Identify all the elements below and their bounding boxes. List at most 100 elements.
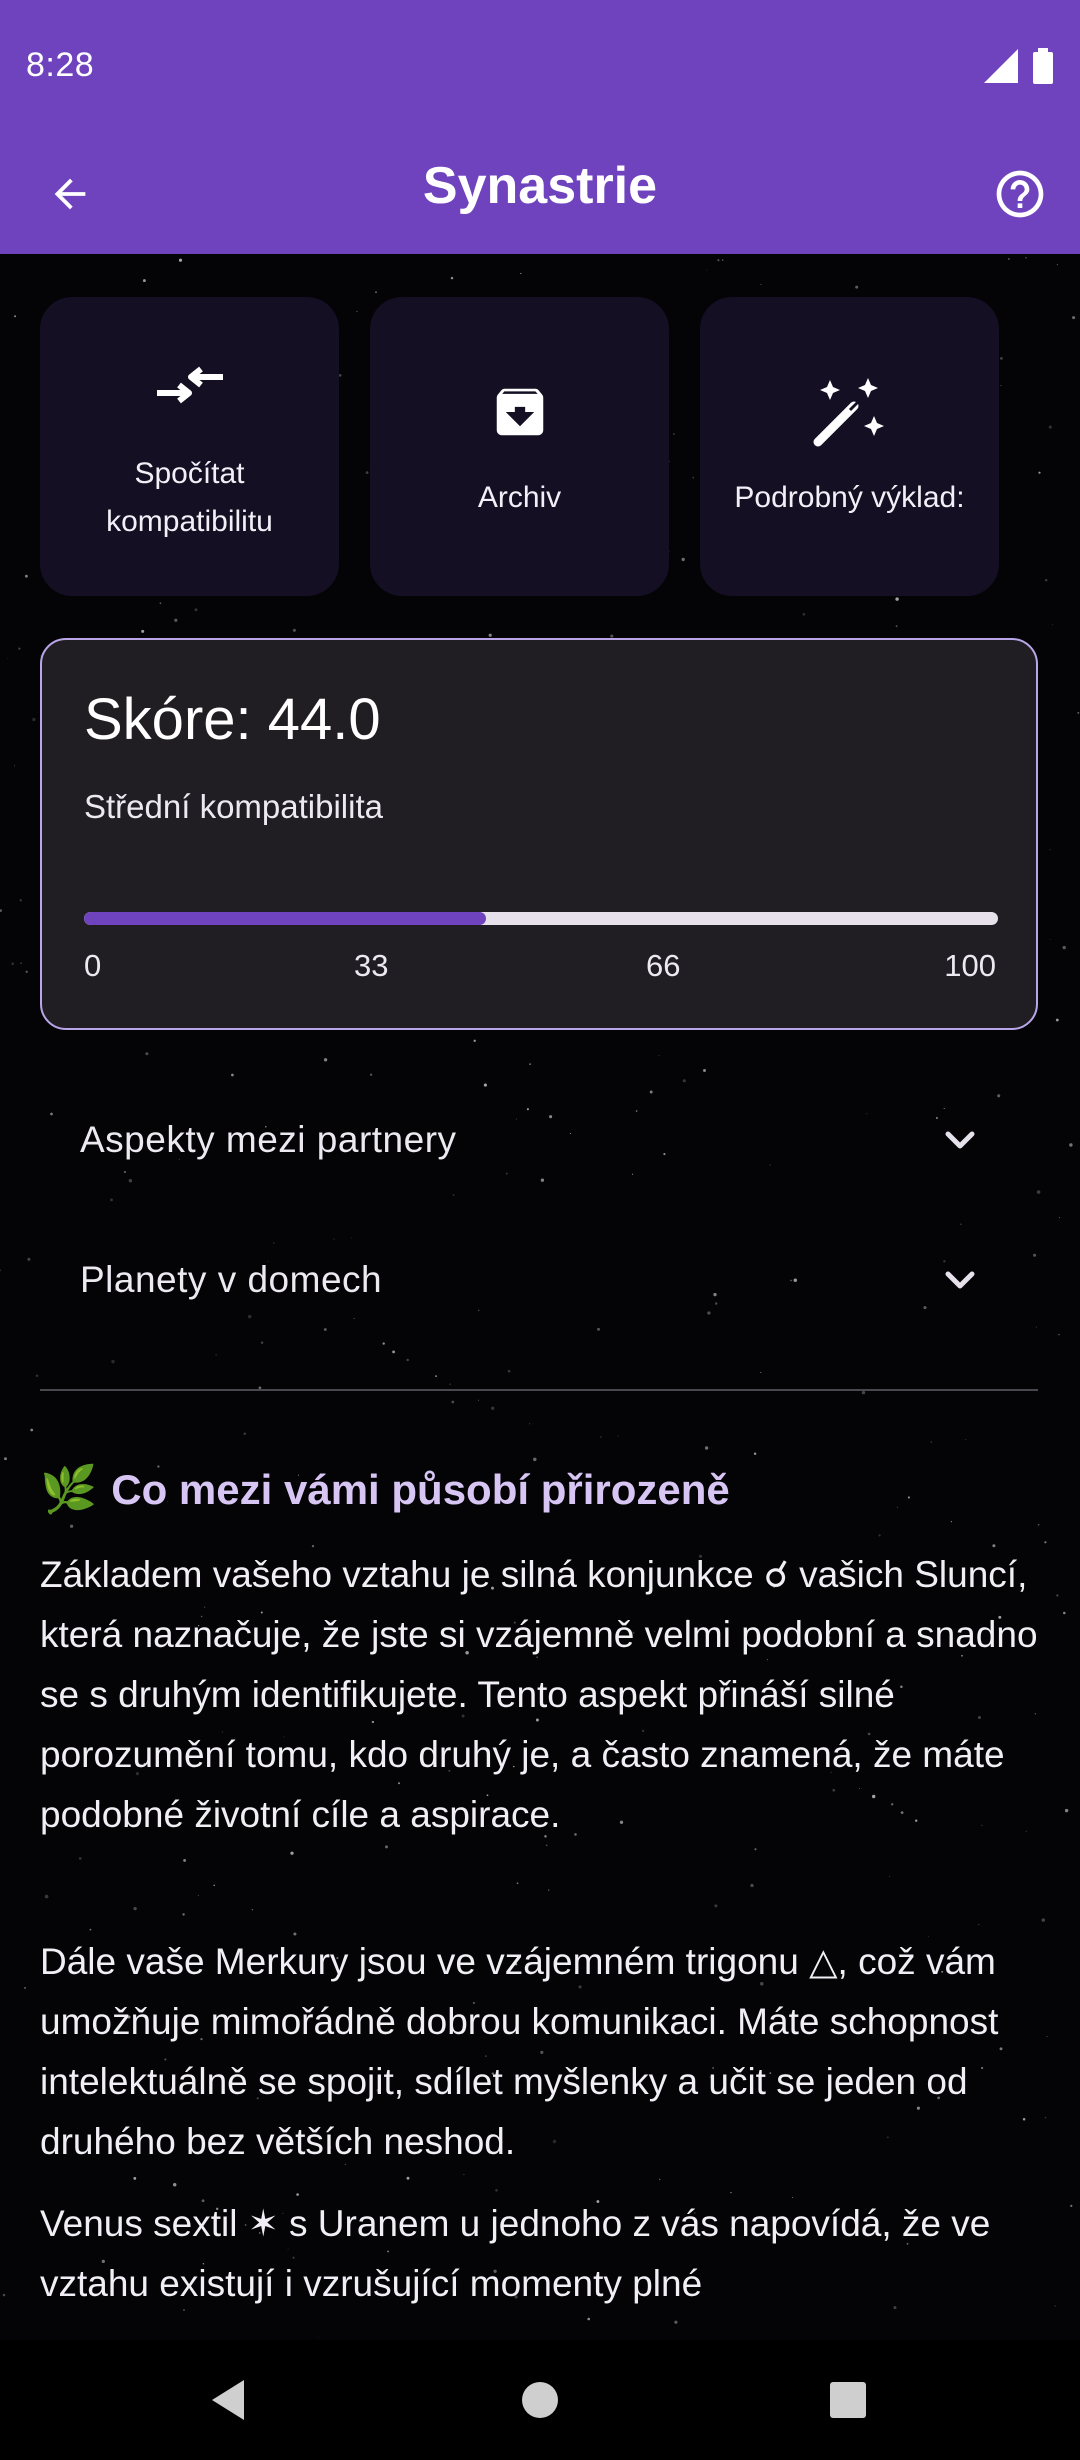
status-icons [984, 48, 1054, 84]
interpretation-paragraph: Dále vaše Merkury jsou ve vzájemném trig… [40, 1941, 999, 2162]
star-dot [1064, 1808, 1069, 1813]
star-dot [7, 657, 9, 659]
star-dot [895, 597, 899, 601]
nav-home-button[interactable] [510, 2370, 570, 2430]
star-dot [14, 315, 17, 318]
star-dot [384, 1845, 389, 1849]
star-dot [478, 1399, 480, 1401]
star-dot [1048, 425, 1052, 429]
star-dot [1077, 711, 1080, 714]
action-tiles: Spočítat kompatibilitu Archiv Podrobný v… [40, 297, 999, 596]
star-dot [451, 1400, 455, 1404]
status-time: 8:28 [26, 46, 95, 84]
star-dot [375, 291, 377, 293]
star-dot [406, 2176, 410, 2180]
expander-planets-in-houses[interactable]: Planety v domech [40, 1220, 1038, 1340]
star-dot [1059, 1217, 1061, 1219]
star-dot [290, 1851, 294, 1855]
star-dot [197, 1894, 199, 1896]
star-dot [760, 1371, 762, 1373]
star-dot [704, 1446, 709, 1450]
star-dot [1041, 1918, 1046, 1922]
star-dot [1044, 1541, 1047, 1544]
star-dot [516, 1882, 519, 1885]
recents-square-icon [830, 2382, 866, 2418]
star-dot [183, 1858, 187, 1862]
star-dot [491, 1406, 495, 1410]
star-dot [706, 269, 708, 271]
star-dot [587, 2317, 590, 2321]
star-dot [1038, 471, 1041, 474]
star-dot [1052, 624, 1054, 626]
star-dot [488, 633, 492, 637]
star-dot [141, 629, 145, 633]
star-dot [703, 1069, 706, 1072]
star-dot [292, 628, 296, 632]
star-dot [1054, 2305, 1056, 2307]
star-dot [30, 1428, 34, 1432]
interpretation-paragraph: Venus sextil ✶ s Uranem u jednoho z vás … [40, 2203, 991, 2304]
nav-recents-button[interactable] [818, 2370, 878, 2430]
star-dot [895, 625, 898, 627]
archive-label: Archiv [477, 480, 562, 514]
help-button[interactable] [980, 154, 1060, 234]
star-dot [133, 1906, 137, 1911]
star-dot [889, 1875, 890, 1877]
star-dot [750, 1883, 754, 1888]
help-circle-icon [996, 170, 1044, 218]
calculate-compatibility-button[interactable]: Spočítat kompatibilitu [40, 297, 339, 596]
star-dot [463, 2173, 465, 2176]
expander-aspects-label: Aspekty mezi partnery [80, 1119, 457, 1160]
interpretation-heading-text: Co mezi vámi působí přirozeně [111, 1465, 730, 1513]
signal-icon [984, 49, 1018, 83]
star-dot [260, 1341, 264, 1344]
star-dot [965, 1439, 967, 1441]
interpretation-paragraph: Základem vašeho vztahu je silná konjunkc… [40, 1554, 1038, 1835]
star-dot [406, 1358, 409, 1362]
star-dot [243, 1432, 247, 1436]
back-triangle-icon [212, 2380, 244, 2420]
tick-label: 0 [84, 948, 102, 983]
star-dot [69, 1524, 74, 1528]
star-dot [32, 717, 36, 722]
back-button[interactable] [30, 154, 110, 234]
star-dot [145, 1052, 149, 1056]
home-circle-icon [522, 2382, 558, 2418]
detailed-reading-button[interactable]: Podrobný výklad: [700, 297, 999, 596]
star-dot [231, 1073, 234, 1077]
star-dot [950, 1521, 953, 1523]
archive-button[interactable]: Archiv [370, 297, 669, 596]
star-dot [717, 259, 720, 262]
nav-back-button[interactable] [198, 2370, 258, 2430]
star-dot [89, 1928, 92, 1931]
star-dot [1000, 384, 1002, 386]
star-dot [78, 1857, 82, 1860]
star-dot [449, 1383, 451, 1385]
score-progress-track [84, 912, 998, 925]
tick-label: 66 [646, 948, 681, 983]
star-dot [617, 1435, 619, 1437]
star-dot [111, 1359, 115, 1364]
star-dot [1049, 849, 1051, 851]
star-dot [1037, 1523, 1040, 1526]
star-dot [978, 1923, 980, 1925]
star-dot [44, 1894, 49, 1899]
chevron-down-icon [945, 1271, 975, 1289]
status-bar: 8:28 [0, 0, 1080, 134]
star-dot [507, 1369, 511, 1373]
tile-icon-wrap [489, 372, 551, 452]
star-dot [520, 272, 522, 275]
tick-label: 100 [944, 948, 996, 983]
star-dot [907, 1496, 910, 1499]
chevron-down-icon [945, 1131, 975, 1149]
star-dot [529, 1423, 531, 1425]
star-dot [1058, 1333, 1060, 1336]
star-dot [1056, 264, 1058, 266]
star-dot [178, 258, 183, 262]
expander-aspects[interactable]: Aspekty mezi partnery [40, 1080, 1038, 1200]
star-dot [529, 1063, 532, 1066]
star-dot [896, 1506, 898, 1508]
star-dot [1062, 945, 1066, 950]
star-dot [0, 909, 2, 912]
star-dot [1049, 939, 1051, 941]
